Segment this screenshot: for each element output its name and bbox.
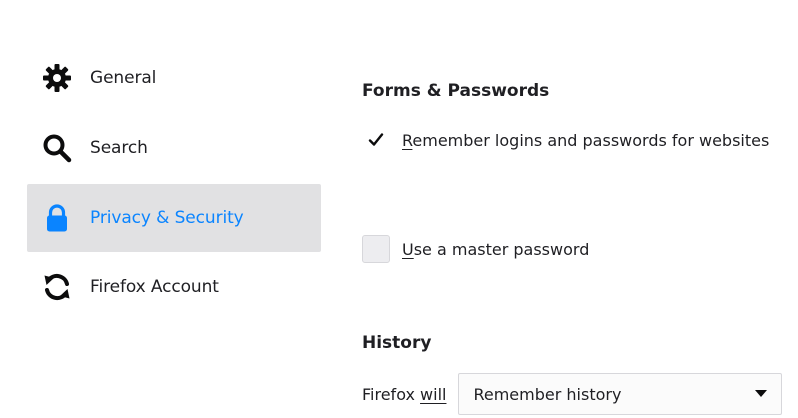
firefox-will-underlined: will <box>420 384 447 404</box>
checkmark-icon <box>368 133 384 146</box>
firefox-will-prefix: Firefox <box>362 384 421 404</box>
sidebar-item-label: General <box>90 68 157 88</box>
gear-icon <box>39 60 75 96</box>
remember-logins-row[interactable]: Remember logins and passwords for websit… <box>362 126 769 154</box>
firefox-will-label: Firefox will <box>362 385 446 404</box>
sidebar-item-general[interactable]: General <box>27 44 321 112</box>
master-password-label: Use a master password <box>402 240 589 259</box>
sidebar-item-search[interactable]: Search <box>27 114 321 182</box>
lock-icon <box>39 200 75 236</box>
remember-logins-checkbox[interactable] <box>362 126 390 154</box>
main-content: Forms & Passwords Remember logins and pa… <box>362 0 792 418</box>
dropdown-arrow-icon <box>755 390 768 397</box>
search-icon <box>39 130 75 166</box>
section-title-history: History <box>362 333 432 353</box>
section-title-forms-passwords: Forms & Passwords <box>362 81 550 101</box>
history-mode-select[interactable]: Remember history <box>458 373 783 415</box>
sidebar: General Search Privacy & Security Firefo… <box>0 0 330 418</box>
sidebar-item-label: Privacy & Security <box>90 208 244 228</box>
sidebar-item-privacy-security[interactable]: Privacy & Security <box>27 184 321 252</box>
sidebar-item-firefox-account[interactable]: Firefox Account <box>27 253 321 321</box>
history-mode-row: Firefox will Remember history <box>362 373 783 415</box>
sidebar-item-label: Firefox Account <box>90 277 219 297</box>
master-password-text: Use a master password <box>402 239 590 259</box>
sync-icon <box>39 269 75 305</box>
master-password-checkbox[interactable] <box>362 235 390 263</box>
remember-logins-label: Remember logins and passwords for websit… <box>402 131 769 150</box>
sidebar-item-label: Search <box>90 138 148 158</box>
master-password-row[interactable]: Use a master password <box>362 235 589 263</box>
history-mode-value: Remember history <box>473 384 622 404</box>
remember-logins-text: Remember logins and passwords for websit… <box>402 130 770 150</box>
preferences-page: General Search Privacy & Security Firefo… <box>0 0 798 418</box>
